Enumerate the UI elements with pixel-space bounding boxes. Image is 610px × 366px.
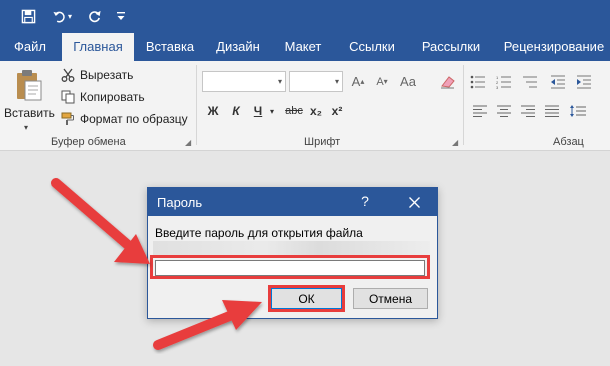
- subscript-button[interactable]: x₂: [307, 101, 325, 121]
- font-launcher-icon[interactable]: ◢: [452, 138, 461, 147]
- cut-label: Вырезать: [80, 68, 134, 82]
- change-case-icon[interactable]: Aa: [398, 71, 418, 92]
- cancel-button[interactable]: Отмена: [353, 288, 428, 309]
- dialog-titlebar[interactable]: Пароль ?: [148, 188, 437, 216]
- superscript-button[interactable]: x²: [328, 101, 346, 121]
- tab-home[interactable]: Главная: [62, 33, 134, 61]
- clear-formatting-icon[interactable]: [438, 71, 458, 92]
- format-painter-button[interactable]: Формат по образцу: [60, 109, 188, 129]
- ribbon-tabs: Файл Главная Вставка Дизайн Макет Ссылки…: [0, 33, 610, 61]
- underline-dropdown-icon[interactable]: ▾: [267, 101, 277, 121]
- redo-icon[interactable]: [82, 4, 106, 28]
- group-divider: [463, 65, 464, 145]
- grow-font-icon[interactable]: A ▴: [348, 71, 368, 92]
- font-size-combo[interactable]: ▾: [289, 71, 343, 92]
- decrease-indent-icon[interactable]: [548, 72, 568, 92]
- clipboard-launcher-icon[interactable]: ◢: [185, 138, 194, 147]
- brush-icon: [60, 111, 76, 127]
- shrink-font-icon[interactable]: A ▾: [372, 71, 392, 92]
- bullets-icon[interactable]: [468, 72, 488, 92]
- ok-button[interactable]: ОК: [271, 288, 342, 309]
- chevron-down-icon: ▾: [334, 77, 339, 86]
- bold-button[interactable]: Ж: [204, 101, 222, 121]
- tab-references[interactable]: Ссылки: [343, 33, 401, 61]
- font-group-label: Шрифт: [304, 136, 341, 148]
- svg-text:3: 3: [496, 85, 499, 89]
- chevron-down-icon: ▾: [277, 77, 282, 86]
- tab-mailings[interactable]: Рассылки: [417, 33, 485, 61]
- blurred-text: [153, 241, 430, 257]
- paragraph-group-label: Абзац: [553, 136, 584, 148]
- paste-dropdown-icon[interactable]: ▾: [24, 123, 28, 132]
- font-name-combo[interactable]: ▾: [202, 71, 286, 92]
- align-right-icon[interactable]: [518, 101, 538, 121]
- tab-design[interactable]: Дизайн: [210, 33, 266, 61]
- tab-layout[interactable]: Макет: [279, 33, 327, 61]
- italic-button[interactable]: К: [227, 101, 245, 121]
- paste-label: Вставить: [4, 106, 55, 120]
- undo-dropdown-icon[interactable]: ▾: [64, 4, 76, 28]
- justify-icon[interactable]: [542, 101, 562, 121]
- help-button[interactable]: ?: [355, 193, 375, 209]
- underline-button[interactable]: Ч: [249, 101, 267, 121]
- numbering-icon[interactable]: 123: [494, 72, 514, 92]
- ribbon: Вставить ▾ Вырезать Копировать Формат по…: [0, 61, 610, 151]
- scissors-icon: [60, 67, 76, 83]
- arrow-to-password-field: [51, 178, 150, 264]
- paste-button[interactable]: Вставить ▾: [4, 67, 55, 132]
- multilevel-list-icon[interactable]: [520, 72, 540, 92]
- tab-file[interactable]: Файл: [9, 33, 51, 61]
- strikethrough-button[interactable]: abc: [282, 101, 306, 121]
- line-spacing-icon[interactable]: [568, 101, 588, 121]
- cut-button[interactable]: Вырезать: [60, 65, 133, 85]
- increase-indent-icon[interactable]: [574, 72, 594, 92]
- copy-icon: [60, 89, 76, 105]
- password-input[interactable]: [155, 260, 425, 276]
- align-center-icon[interactable]: [494, 101, 514, 121]
- format-painter-label: Формат по образцу: [80, 112, 188, 126]
- dialog-title: Пароль: [157, 195, 203, 210]
- copy-label: Копировать: [80, 90, 145, 104]
- password-dialog: Пароль ? Введите пароль для открытия фай…: [147, 187, 438, 319]
- close-icon[interactable]: [401, 191, 427, 213]
- save-icon[interactable]: [16, 4, 40, 28]
- customize-qat-icon[interactable]: [114, 4, 128, 28]
- tab-insert[interactable]: Вставка: [141, 33, 199, 61]
- group-divider: [196, 65, 197, 145]
- copy-button[interactable]: Копировать: [60, 87, 145, 107]
- password-prompt: Введите пароль для открытия файла: [155, 226, 363, 240]
- clipboard-icon: [15, 69, 43, 106]
- clipboard-group-label: Буфер обмена: [51, 136, 126, 148]
- quick-access-toolbar: ▾: [0, 0, 610, 33]
- align-left-icon[interactable]: [470, 101, 490, 121]
- tab-review[interactable]: Рецензирование: [500, 33, 608, 61]
